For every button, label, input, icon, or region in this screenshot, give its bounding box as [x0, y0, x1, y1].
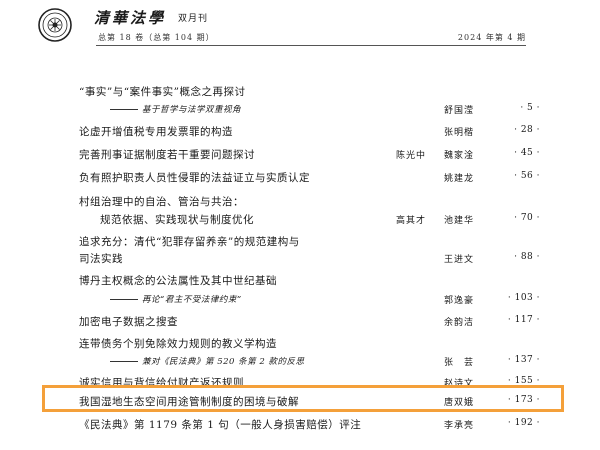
toc-entry[interactable]: 村组治理中的自治、管治与共治：: [0, 194, 600, 212]
toc-entry[interactable]: “事实”与“案件事实”概念之再探讨: [0, 84, 600, 102]
article-author: 张明楷: [444, 128, 475, 138]
article-subtitle-text: 基于哲学与法学双重视角: [142, 105, 242, 115]
article-page: · 5 ·: [520, 103, 540, 113]
toc-entry-subtitle-row: 兼对《民法典》第 520 条第 2 款的反思 张 芸 · 137 ·: [0, 354, 600, 372]
article-author: 李承亮: [444, 421, 475, 431]
article-subtitle: 基于哲学与法学双重视角: [110, 103, 241, 115]
toc-entry-subtitle-row: 基于哲学与法学双重视角 舒国滢 · 5 ·: [0, 102, 600, 120]
article-title[interactable]: 我国湿地生态空间用途管制制度的困境与破解: [79, 394, 299, 409]
article-title-line2: 规范依据、实践现状与制度优化: [100, 214, 254, 226]
article-title[interactable]: 完善刑事证据制度若干重要问题探讨: [79, 147, 255, 162]
article-page: · 56 ·: [514, 171, 540, 181]
toc-entry-continuation: 规范依据、实践现状与制度优化 高其才 池建华 · 70 ·: [0, 212, 600, 230]
article-page: · 28 ·: [514, 125, 540, 135]
article-title[interactable]: 负有照护职责人员性侵罪的法益证立与实质认定: [79, 170, 310, 185]
article-author: 池建华: [444, 216, 475, 226]
publication-frequency: 双月刊: [178, 14, 209, 24]
article-page: · 45 ·: [514, 148, 540, 158]
article-author: 魏家淦: [444, 151, 475, 161]
article-title[interactable]: 论虚开增值税专用发票罪的构造: [79, 124, 233, 139]
toc-entry[interactable]: 追求充分：清代“犯罪存留养亲”的规范建构与: [0, 234, 600, 252]
article-title[interactable]: 追求充分：清代“犯罪存留养亲”的规范建构与: [79, 234, 300, 249]
article-page: · 88 ·: [514, 252, 540, 262]
article-coauthor: 高其才: [396, 216, 427, 226]
article-title-line2: 司法实践: [79, 253, 123, 265]
article-title[interactable]: 博丹主权概念的公法属性及其中世纪基础: [79, 273, 277, 288]
article-page: · 103 ·: [507, 293, 540, 303]
journal-header: 清華法學 双月刊 总第 18 卷（总第 104 期） 2024 年第 4 期: [0, 0, 600, 50]
article-title[interactable]: 村组治理中的自治、管治与共治：: [79, 194, 244, 209]
article-subtitle: 再论“君主不受法律约束”: [110, 293, 242, 305]
article-subtitle-text: 再论“君主不受法律约束”: [142, 295, 242, 305]
article-author: 王进文: [444, 255, 475, 265]
article-subtitle-text: 兼对《民法典》第 520 条第 2 款的反思: [142, 357, 305, 367]
article-page: · 192 ·: [507, 418, 540, 428]
article-author: 唐双娥: [444, 398, 475, 408]
article-title[interactable]: 加密电子数据之搜查: [79, 314, 178, 329]
article-author: 余韵洁: [444, 318, 475, 328]
toc-entry[interactable]: 博丹主权概念的公法属性及其中世纪基础: [0, 273, 600, 291]
university-seal-icon: [38, 8, 72, 42]
article-title[interactable]: 连带债务个别免除效力规则的教义学构造: [79, 336, 277, 351]
article-page: · 117 ·: [507, 315, 540, 325]
article-page: · 137 ·: [507, 355, 540, 365]
issue-number: 2024 年第 4 期: [457, 33, 526, 42]
article-author: 姚建龙: [444, 174, 475, 184]
toc-entry-continuation: 司法实践 王进文 · 88 ·: [0, 251, 600, 269]
toc-entry[interactable]: 连带债务个别免除效力规则的教义学构造: [0, 336, 600, 354]
toc-entry[interactable]: 负有照护职责人员性侵罪的法益证立与实质认定 姚建龙 · 56 ·: [0, 170, 600, 188]
toc-entry[interactable]: 论虚开增值税专用发票罪的构造 张明楷 · 28 ·: [0, 124, 600, 142]
journal-title: 清華法學: [94, 9, 167, 27]
article-page: · 70 ·: [514, 213, 540, 223]
article-title[interactable]: 《民法典》第 1179 条第 1 句（一般人身损害赔偿）评注: [79, 417, 361, 432]
article-page: · 173 ·: [507, 395, 540, 405]
toc-entry-subtitle-row: 再论“君主不受法律约束” 郭逸豪 · 103 ·: [0, 292, 600, 310]
article-coauthor: 陈光中: [396, 151, 427, 161]
toc-entry[interactable]: 《民法典》第 1179 条第 1 句（一般人身损害赔偿）评注 李承亮 · 192…: [0, 417, 600, 435]
article-author: 张 芸: [444, 358, 475, 368]
article-title[interactable]: “事实”与“案件事实”概念之再探讨: [79, 84, 245, 99]
toc-entry[interactable]: 加密电子数据之搜查 余韵洁 · 117 ·: [0, 314, 600, 332]
article-author: 郭逸豪: [444, 296, 475, 306]
article-author: 舒国滢: [444, 106, 475, 116]
header-divider: [96, 45, 526, 46]
volume-number: 总第 18 卷（总第 104 期）: [98, 33, 215, 42]
toc-entry-highlighted[interactable]: 我国湿地生态空间用途管制制度的困境与破解 唐双娥 · 173 ·: [0, 394, 600, 412]
toc-entry[interactable]: 完善刑事证据制度若干重要问题探讨 陈光中 魏家淦 · 45 ·: [0, 147, 600, 165]
article-subtitle: 兼对《民法典》第 520 条第 2 款的反思: [110, 355, 304, 367]
